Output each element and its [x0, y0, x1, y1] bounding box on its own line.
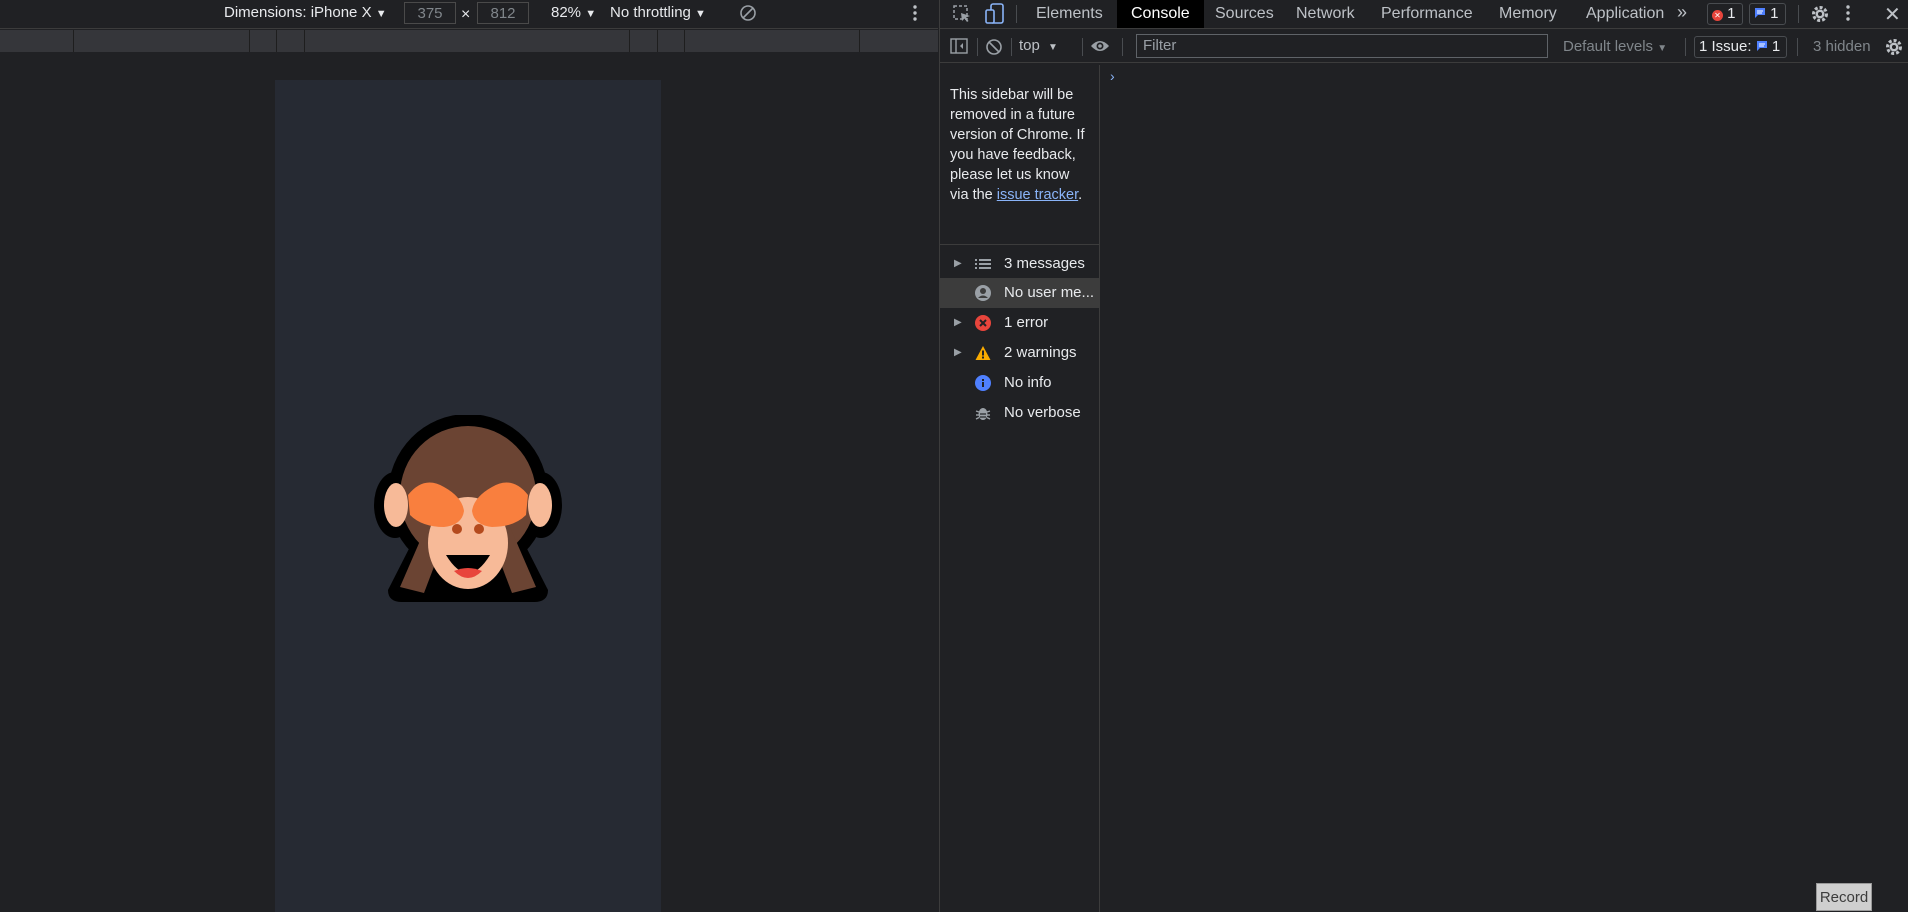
expand-arrow-icon[interactable]: ▶ [954, 249, 962, 279]
throttling-dropdown[interactable]: No throttling ▼ [610, 4, 706, 21]
notice-end: . [1078, 187, 1083, 203]
device-dimensions-dropdown[interactable]: Dimensions: iPhone X ▼ [224, 4, 387, 21]
device-height-input[interactable]: 812 [477, 2, 529, 24]
hidden-count: 3 hidden [1813, 38, 1871, 55]
sidebar-item-warnings[interactable]: ▶ 2 warnings [940, 338, 1099, 368]
tab-elements[interactable]: Elements [1022, 0, 1117, 28]
error-icon [975, 315, 991, 331]
record-button[interactable]: Record [1816, 883, 1872, 911]
issues-message-icon [1756, 38, 1768, 58]
info-icon [975, 375, 991, 391]
sidebar-item-verbose[interactable]: No verbose [940, 398, 1099, 428]
bug-icon [975, 408, 991, 420]
console-toolbar: top ▼ Filter Default levels ▼ 1 Issue: 1… [940, 32, 1908, 63]
message-count: 1 [1770, 5, 1779, 22]
notice-text: This sidebar will be removed in a future… [950, 87, 1085, 203]
log-levels-dropdown[interactable]: Default levels ▼ [1563, 38, 1667, 55]
device-width-input[interactable]: 375 [404, 2, 456, 24]
device-toolbar: Dimensions: iPhone X ▼ 375 × 812 82% ▼ N… [0, 0, 938, 29]
sidebar-item-label: No user me... [1004, 284, 1095, 301]
sidebar-item-label: No info [1004, 374, 1052, 391]
dropdown-arrow-icon: ▼ [585, 8, 597, 20]
devtools-main-toolbar: Elements Console Sources Network Perform… [940, 0, 1908, 29]
issues-count: 1 [1771, 38, 1781, 55]
device-viewport-pane: Dimensions: iPhone X ▼ 375 × 812 82% ▼ N… [0, 0, 938, 912]
error-count: 1 [1727, 5, 1736, 22]
error-count-badge[interactable]: ✕ 1 [1707, 3, 1743, 25]
dropdown-arrow-icon: ▼ [375, 8, 387, 20]
sidebar-item-label: 2 warnings [1004, 344, 1077, 361]
dropdown-arrow-icon: ▼ [1048, 42, 1058, 53]
dropdown-arrow-icon: ▼ [1657, 43, 1668, 54]
devtools-panel: Elements Console Sources Network Perform… [939, 0, 1908, 912]
error-icon: ✕ [1712, 10, 1723, 21]
user-icon [975, 285, 991, 301]
tab-console[interactable]: Console [1117, 0, 1204, 28]
live-expression-eye-icon[interactable] [1090, 39, 1110, 57]
issues-label: 1 Issue: [1699, 38, 1752, 55]
zoom-label: 82% [551, 4, 582, 21]
log-levels-label: Default levels [1563, 38, 1654, 55]
message-count-badge[interactable]: 1 [1749, 3, 1786, 25]
rotate-icon[interactable] [739, 4, 757, 26]
tab-memory[interactable]: Memory [1485, 0, 1571, 28]
expand-arrow-icon[interactable]: ▶ [954, 338, 962, 368]
device-screen [275, 80, 661, 912]
sidebar-item-label: 3 messages [1004, 255, 1085, 272]
sidebar-item-label: No verbose [1004, 404, 1081, 421]
expand-arrow-icon[interactable]: ▶ [954, 308, 962, 338]
tab-performance[interactable]: Performance [1367, 0, 1487, 28]
tab-sources[interactable]: Sources [1201, 0, 1288, 28]
device-toolbar-toggle-icon[interactable] [985, 3, 1005, 29]
dropdown-arrow-icon: ▼ [695, 8, 706, 20]
issue-tracker-link[interactable]: issue tracker [997, 187, 1078, 203]
sidebar-item-errors[interactable]: ▶ 1 error [940, 308, 1099, 338]
device-dimensions-label: Dimensions: iPhone X [224, 4, 372, 21]
list-icon [975, 259, 991, 269]
message-icon [1754, 5, 1766, 25]
context-label: top [1019, 37, 1040, 54]
clear-console-icon[interactable] [985, 38, 1003, 60]
inspect-element-icon[interactable] [952, 4, 972, 28]
sidebar-item-label: 1 error [1004, 314, 1049, 331]
dimension-times-sign: × [461, 6, 471, 23]
sidebar-divider [940, 244, 1099, 245]
close-icon[interactable]: ✕ [1884, 2, 1901, 27]
media-query-bar[interactable] [0, 30, 938, 52]
issues-badge[interactable]: 1 Issue: 1 [1694, 36, 1788, 58]
sidebar-item-info[interactable]: No info [940, 368, 1099, 398]
warning-icon [975, 346, 991, 360]
console-settings-gear-icon[interactable] [1884, 37, 1904, 61]
console-input-area[interactable] [1100, 62, 1908, 912]
tab-application[interactable]: Application [1572, 0, 1678, 28]
device-more-options-icon[interactable] [912, 4, 918, 26]
sidebar-toggle-icon[interactable] [950, 38, 968, 58]
context-selector[interactable]: top ▼ [1019, 37, 1058, 54]
zoom-dropdown[interactable]: 82% ▼ [551, 4, 596, 21]
filter-input[interactable]: Filter [1136, 34, 1548, 58]
tab-network[interactable]: Network [1282, 0, 1369, 28]
more-tabs-chevron-icon[interactable]: » [1677, 2, 1687, 23]
sidebar-item-user-messages[interactable]: No user me... [940, 278, 1099, 308]
customize-menu-icon[interactable] [1845, 4, 1851, 26]
see-no-evil-monkey-icon [374, 415, 562, 602]
settings-gear-icon[interactable] [1810, 4, 1830, 28]
sidebar-item-messages[interactable]: ▶ 3 messages [940, 249, 1099, 279]
throttling-label: No throttling [610, 4, 691, 21]
sidebar-deprecation-notice: This sidebar will be removed in a future… [950, 85, 1090, 205]
